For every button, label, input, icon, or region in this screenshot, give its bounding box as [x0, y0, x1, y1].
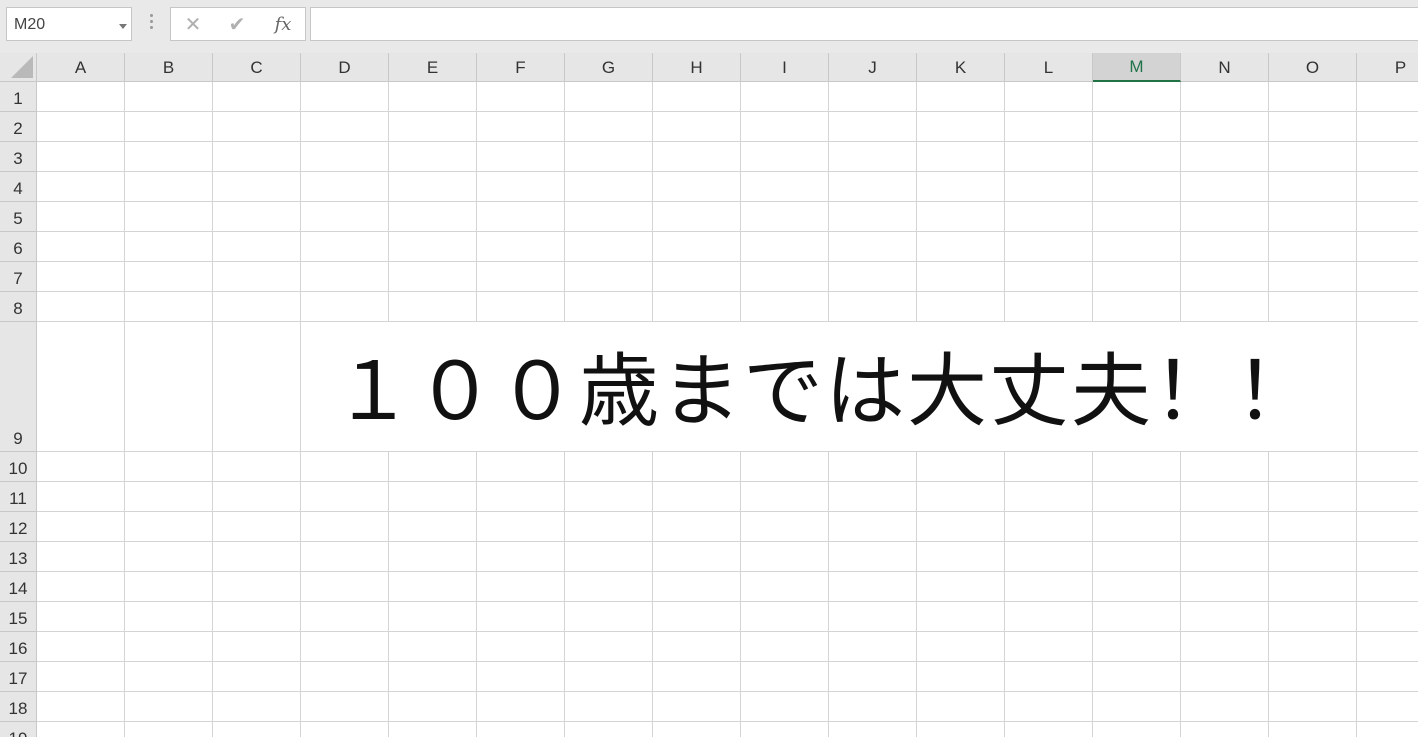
column-header-b[interactable]: B — [125, 53, 213, 82]
gridline-horizontal — [37, 451, 1418, 452]
row-header-3[interactable]: 3 — [0, 142, 36, 172]
cell-area[interactable]: １００歳までは大丈夫！！ — [37, 82, 1418, 737]
column-header-o[interactable]: O — [1269, 53, 1357, 82]
row-header-12[interactable]: 12 — [0, 512, 36, 542]
gridline-vertical — [124, 82, 125, 737]
column-header-l[interactable]: L — [1005, 53, 1093, 82]
gridline-horizontal — [37, 601, 1418, 602]
gridline-horizontal — [37, 291, 1418, 292]
column-header-c[interactable]: C — [213, 53, 301, 82]
cancel-icon[interactable]: ✕ — [177, 8, 209, 40]
column-headers: ABCDEFGHIJKLMNOP — [37, 53, 1418, 82]
row-header-9[interactable]: 9 — [0, 322, 36, 452]
gridline-horizontal — [37, 571, 1418, 572]
column-header-m[interactable]: M — [1093, 53, 1181, 82]
row-header-5[interactable]: 5 — [0, 202, 36, 232]
gridline-vertical — [1356, 82, 1357, 737]
row-header-6[interactable]: 6 — [0, 232, 36, 262]
row-header-8[interactable]: 8 — [0, 292, 36, 322]
column-header-h[interactable]: H — [653, 53, 741, 82]
name-box-value[interactable]: M20 — [14, 16, 45, 34]
row-header-18[interactable]: 18 — [0, 692, 36, 722]
spreadsheet-grid: ABCDEFGHIJKLMNOP 1 2 3 4 5 6 7 8 9 10 11 12 13 14 15 16… — [0, 53, 1418, 737]
name-box[interactable]: M20 — [6, 7, 132, 41]
gridline-horizontal — [37, 231, 1418, 232]
gridline-horizontal — [37, 661, 1418, 662]
gridline-horizontal — [37, 631, 1418, 632]
column-header-p[interactable]: P — [1357, 53, 1418, 82]
gridline-vertical — [212, 82, 213, 737]
gridline-horizontal — [37, 261, 1418, 262]
row-header-1[interactable]: 1 — [0, 82, 36, 112]
row-header-2[interactable]: 2 — [0, 112, 36, 142]
row-header-11[interactable]: 11 — [0, 482, 36, 512]
select-all-button[interactable] — [0, 53, 37, 82]
column-header-n[interactable]: N — [1181, 53, 1269, 82]
row-header-10[interactable]: 10 — [0, 452, 36, 482]
formula-bar: M20 ✕ ✔ fx — [0, 0, 1418, 53]
row-header-4[interactable]: 4 — [0, 172, 36, 202]
chevron-down-icon[interactable] — [119, 24, 127, 29]
row-header-16[interactable]: 16 — [0, 632, 36, 662]
column-header-a[interactable]: A — [37, 53, 125, 82]
gridline-horizontal — [37, 141, 1418, 142]
gridline-horizontal — [37, 511, 1418, 512]
gridline-horizontal — [37, 721, 1418, 722]
gridline-horizontal — [37, 171, 1418, 172]
column-header-i[interactable]: I — [741, 53, 829, 82]
column-header-f[interactable]: F — [477, 53, 565, 82]
check-icon[interactable]: ✔ — [221, 8, 253, 40]
formula-input[interactable] — [310, 7, 1418, 41]
row-header-19[interactable]: 19 — [0, 722, 36, 737]
gridline-horizontal — [37, 481, 1418, 482]
column-header-g[interactable]: G — [565, 53, 653, 82]
row-header-15[interactable]: 15 — [0, 602, 36, 632]
formula-buttons: ✕ ✔ fx — [170, 7, 306, 41]
cell-d9-text[interactable]: １００歳までは大丈夫！！ — [333, 352, 1317, 432]
gridline-horizontal — [37, 201, 1418, 202]
row-header-17[interactable]: 17 — [0, 662, 36, 692]
column-header-k[interactable]: K — [917, 53, 1005, 82]
column-header-j[interactable]: J — [829, 53, 917, 82]
column-header-e[interactable]: E — [389, 53, 477, 82]
row-headers: 12345678910111213141516171819 — [0, 82, 37, 737]
select-all-triangle-icon — [11, 56, 33, 78]
row-header-14[interactable]: 14 — [0, 572, 36, 602]
gridline-horizontal — [37, 111, 1418, 112]
row-header-7[interactable]: 7 — [0, 262, 36, 292]
row-header-13[interactable]: 13 — [0, 542, 36, 572]
grip-dots-icon[interactable] — [150, 14, 153, 32]
gridline-horizontal — [37, 541, 1418, 542]
column-header-d[interactable]: D — [301, 53, 389, 82]
gridline-horizontal — [37, 691, 1418, 692]
insert-function-icon[interactable]: fx — [267, 8, 299, 40]
